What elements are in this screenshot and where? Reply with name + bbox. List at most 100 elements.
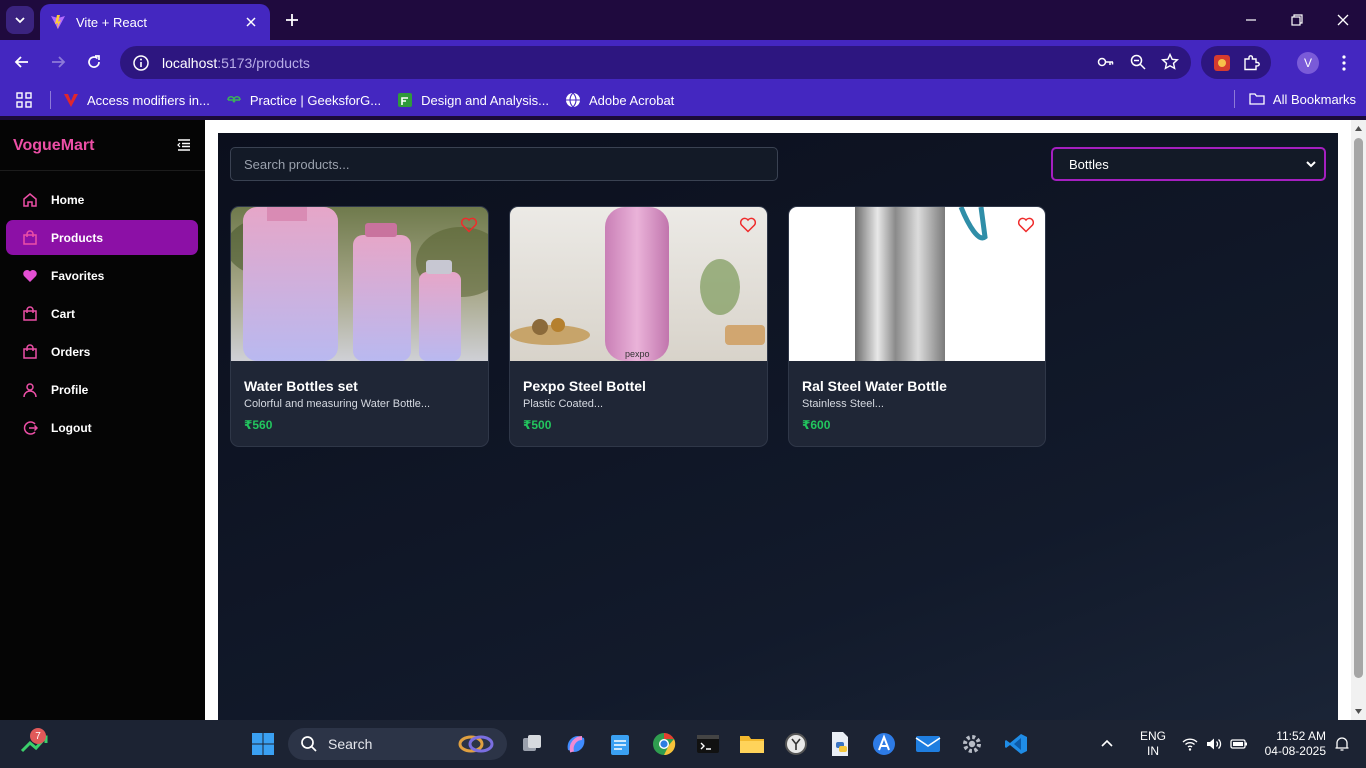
all-bookmarks-label: All Bookmarks xyxy=(1272,91,1356,107)
back-button[interactable] xyxy=(8,48,36,76)
close-icon xyxy=(246,17,256,27)
scroll-thumb[interactable] xyxy=(1354,138,1363,678)
product-image[interactable]: pexpo xyxy=(510,207,767,361)
task-view-button[interactable] xyxy=(517,729,547,759)
region-code: IN xyxy=(1147,744,1159,758)
sidebar-item-cart[interactable]: Cart xyxy=(6,296,198,331)
bookmark-star-icon[interactable] xyxy=(1161,53,1179,71)
notepad-button[interactable] xyxy=(605,729,635,759)
address-bar[interactable]: localhost:5173/products xyxy=(120,46,1191,79)
notification-bell-icon[interactable] xyxy=(1334,736,1350,752)
product-card[interactable]: Ral Steel Water Bottle Stainless Steel..… xyxy=(788,206,1046,447)
folder-icon xyxy=(740,736,764,753)
mail-button[interactable] xyxy=(913,729,943,759)
sidebar-item-orders[interactable]: Orders xyxy=(6,334,198,369)
minimize-button[interactable] xyxy=(1228,0,1274,40)
browser-toolbar: localhost:5173/products V xyxy=(0,40,1366,84)
new-tab-button[interactable] xyxy=(280,8,304,32)
vscode-button[interactable] xyxy=(1001,729,1031,759)
tab-search-button[interactable] xyxy=(6,6,34,34)
chevron-down-icon xyxy=(1306,161,1316,168)
azure-icon xyxy=(873,733,895,755)
taskbar-search[interactable]: Search xyxy=(288,728,507,760)
taskbar-clock[interactable]: 11:52 AM 04-08-2025 xyxy=(1254,729,1326,759)
battery-icon[interactable] xyxy=(1230,738,1248,750)
settings-button[interactable] xyxy=(957,729,987,759)
vscode-icon xyxy=(1005,734,1027,754)
sidebar-item-label: Orders xyxy=(51,344,91,359)
browser-tab-active[interactable]: Vite + React xyxy=(40,4,270,40)
sidebar-item-favorites[interactable]: Favorites xyxy=(6,258,198,293)
favorite-heart-icon[interactable] xyxy=(1017,216,1035,234)
reload-button[interactable] xyxy=(80,48,108,76)
product-image[interactable] xyxy=(789,207,1045,361)
page-scrollbar[interactable] xyxy=(1351,120,1366,720)
taskbar-search-label: Search xyxy=(328,736,373,752)
product-grid: Water Bottles set Colorful and measuring… xyxy=(230,206,1046,447)
site-info-icon[interactable] xyxy=(132,54,150,72)
chevron-up-icon[interactable] xyxy=(1100,737,1114,751)
omnibox-actions xyxy=(1097,53,1179,71)
python-file-button[interactable] xyxy=(825,729,855,759)
more-vertical-icon xyxy=(1342,55,1346,71)
sidebar-item-profile[interactable]: Profile xyxy=(6,372,198,407)
vite-logo-icon xyxy=(51,15,65,29)
scroll-down-arrow-icon[interactable] xyxy=(1354,707,1363,716)
wifi-icon[interactable] xyxy=(1182,737,1198,751)
product-description: Colorful and measuring Water Bottle... xyxy=(244,398,431,410)
brand-logo[interactable]: VogueMart xyxy=(13,137,94,155)
product-card[interactable]: pexpo Pexpo Steel Bottel Plastic Coated.… xyxy=(509,206,768,447)
bookmark-favicon-icon xyxy=(398,93,413,107)
favorite-heart-icon[interactable] xyxy=(460,216,478,234)
browser-menu-button[interactable] xyxy=(1334,51,1354,75)
file-explorer-button[interactable] xyxy=(737,729,767,759)
taskbar: 7 Search ENG IN 11:52 AM 04-08-2025 xyxy=(0,720,1366,768)
category-select[interactable]: Bottles xyxy=(1051,147,1326,181)
puzzle-icon[interactable] xyxy=(1242,54,1260,72)
product-card[interactable]: Water Bottles set Colorful and measuring… xyxy=(230,206,489,447)
bookmark-label: Design and Analysis... xyxy=(421,92,549,108)
arrow-left-icon xyxy=(14,56,28,68)
sidebar-item-home[interactable]: Home xyxy=(6,182,198,217)
bookmark-item[interactable]: Design and Analysis... xyxy=(397,92,549,108)
bookmark-item[interactable]: Access modifiers in... xyxy=(63,92,210,108)
tab-close-button[interactable] xyxy=(242,13,260,31)
close-window-button[interactable] xyxy=(1320,0,1366,40)
product-price: ₹600 xyxy=(802,418,831,432)
restore-icon xyxy=(1291,14,1303,26)
sidebar-item-logout[interactable]: Logout xyxy=(6,410,198,445)
restore-button[interactable] xyxy=(1274,0,1320,40)
extension-app-icon[interactable] xyxy=(1213,54,1231,72)
search-input[interactable] xyxy=(230,147,778,181)
language-indicator[interactable]: ENG IN xyxy=(1140,729,1166,759)
search-highlight-icon xyxy=(458,735,494,753)
shopping-bag-icon xyxy=(23,229,37,245)
water-bottles-photo xyxy=(231,207,488,361)
all-bookmarks[interactable]: All Bookmarks xyxy=(1233,90,1356,108)
bookmark-item[interactable]: Adobe Acrobat xyxy=(565,92,674,108)
azure-button[interactable] xyxy=(869,729,899,759)
scroll-up-arrow-icon[interactable] xyxy=(1354,124,1363,133)
apps-grid-icon[interactable] xyxy=(14,90,34,110)
category-selected-value: Bottles xyxy=(1069,156,1109,172)
zoom-icon[interactable] xyxy=(1129,53,1147,71)
search-icon xyxy=(301,736,317,752)
clock-app-button[interactable] xyxy=(781,729,811,759)
start-button[interactable] xyxy=(248,729,278,759)
sidebar-nav: Home Products Favorites Cart Orders Prof… xyxy=(6,182,198,448)
sidebar-item-products[interactable]: Products xyxy=(6,220,198,255)
forward-button[interactable] xyxy=(44,48,72,76)
chrome-button[interactable] xyxy=(649,729,679,759)
volume-icon[interactable] xyxy=(1206,737,1222,751)
product-image[interactable] xyxy=(231,207,488,361)
password-key-icon[interactable] xyxy=(1097,53,1115,71)
copilot-button[interactable] xyxy=(561,729,591,759)
terminal-button[interactable] xyxy=(693,729,723,759)
favorite-heart-icon[interactable] xyxy=(739,216,757,234)
logout-icon xyxy=(23,420,38,435)
sidebar-toggle-icon[interactable] xyxy=(176,137,192,153)
bookmark-item[interactable]: Practice | GeeksforG... xyxy=(226,92,381,108)
profile-avatar[interactable]: V xyxy=(1297,52,1319,74)
sidebar-item-label: Products xyxy=(51,230,104,245)
product-price: ₹500 xyxy=(523,418,552,432)
